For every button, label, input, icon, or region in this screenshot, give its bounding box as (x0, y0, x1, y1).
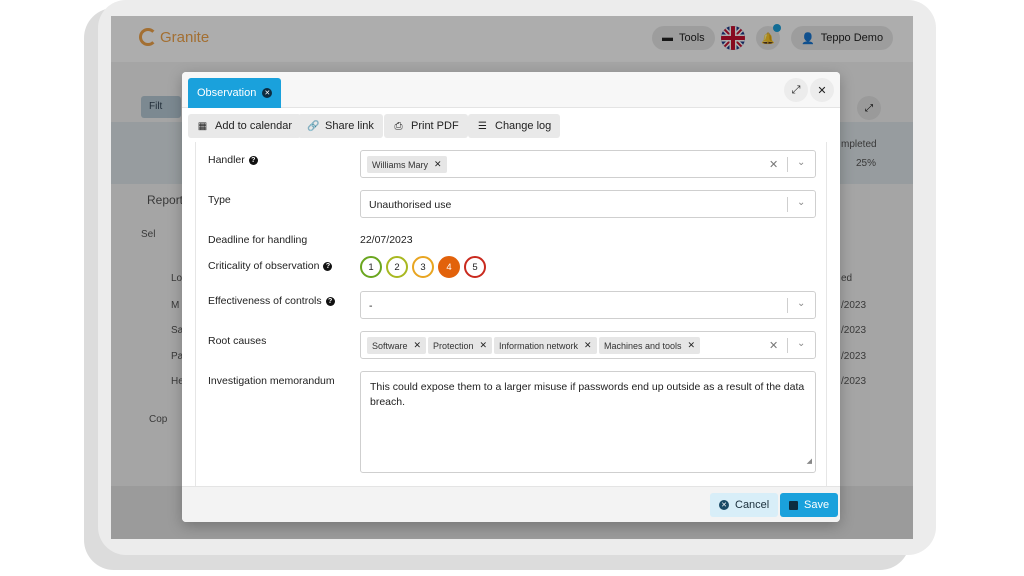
save-icon (789, 500, 798, 510)
close-modal-button[interactable]: ✕ (810, 78, 834, 102)
observation-modal: Observation ✕ ⤢ ✕ ▦ Add to calendar 🔗 Sh… (182, 72, 840, 522)
remove-chip-icon[interactable]: ✕ (584, 340, 592, 351)
save-button[interactable]: Save (780, 493, 839, 517)
criticality-label-text: Criticality of observation (208, 260, 320, 272)
remove-chip-icon[interactable]: ✕ (414, 340, 422, 351)
root-causes-label: Root causes (208, 335, 266, 347)
print-pdf-label: Print PDF (411, 120, 459, 132)
share-link-label: Share link (325, 120, 374, 132)
handler-chip: Williams Mary ✕ (367, 156, 447, 173)
remove-chip-icon[interactable]: ✕ (480, 340, 488, 351)
root-causes-label-text: Root causes (208, 335, 267, 347)
handler-label-text: Handler (208, 154, 245, 166)
criticality-option-5[interactable]: 5 (464, 256, 486, 278)
share-link-button[interactable]: 🔗 Share link (298, 114, 383, 138)
memo-text: This could expose them to a larger misus… (370, 381, 805, 408)
root-causes-select[interactable]: Software ✕ Protection ✕ Information netw… (360, 331, 816, 359)
type-value: Unauthorised use (369, 199, 452, 211)
maximize-icon: ⤢ (791, 83, 801, 96)
add-to-calendar-button[interactable]: ▦ Add to calendar (188, 114, 302, 138)
separator (787, 197, 788, 212)
deadline-label: Deadline for handling (208, 234, 307, 246)
change-log-label: Change log (495, 120, 552, 132)
memo-label-text: Investigation memorandum (208, 375, 335, 387)
tab-observation[interactable]: Observation ✕ (188, 78, 282, 108)
root-cause-chip: Protection ✕ (428, 337, 493, 354)
separator (787, 157, 788, 172)
root-cause-chip-label: Protection (433, 340, 474, 351)
separator (787, 338, 788, 353)
calendar-icon: ▦ (197, 120, 208, 132)
criticality-label: Criticality of observation ? (208, 260, 333, 272)
deadline-value: 22/07/2023 (360, 234, 413, 246)
modal-toolbar: ▦ Add to calendar 🔗 Share link ⎙ Print P… (182, 108, 840, 140)
remove-chip-icon[interactable]: ✕ (434, 159, 442, 170)
modal-tab-bar: Observation ✕ ⤢ ✕ (182, 72, 840, 108)
observation-form: Handler ? Williams Mary ✕ ✕ ⌄ Type Unaut… (195, 142, 827, 486)
handler-label: Handler ? (208, 154, 258, 166)
criticality-option-1[interactable]: 1 (360, 256, 382, 278)
remove-chip-icon[interactable]: ✕ (688, 340, 696, 351)
clear-icon[interactable]: ✕ (769, 339, 778, 352)
type-select[interactable]: Unauthorised use ⌄ (360, 190, 816, 218)
root-cause-chip-label: Machines and tools (604, 340, 682, 351)
chevron-down-icon[interactable]: ⌄ (797, 197, 805, 208)
effectiveness-select[interactable]: - ⌄ (360, 291, 816, 319)
effectiveness-value: - (369, 300, 373, 312)
help-icon[interactable]: ? (323, 261, 333, 271)
modal-footer: ✕ Cancel Save (182, 486, 840, 522)
close-tab-icon[interactable]: ✕ (262, 88, 273, 98)
deadline-label-text: Deadline for handling (208, 234, 308, 246)
criticality-option-2[interactable]: 2 (386, 256, 408, 278)
separator (787, 298, 788, 313)
cancel-label: Cancel (735, 499, 770, 511)
root-cause-chip: Machines and tools ✕ (599, 337, 701, 354)
resize-handle-icon[interactable]: ◢ (807, 454, 812, 469)
type-label: Type (208, 194, 231, 206)
help-icon[interactable]: ? (248, 155, 258, 165)
criticality-option-3[interactable]: 3 (412, 256, 434, 278)
type-label-text: Type (208, 194, 231, 206)
criticality-selector: 1 2 3 4 5 (360, 256, 500, 278)
tab-label: Observation (197, 87, 257, 99)
root-cause-chip-label: Software (372, 340, 408, 351)
chevron-down-icon[interactable]: ⌄ (797, 157, 805, 168)
print-pdf-button[interactable]: ⎙ Print PDF (384, 114, 468, 138)
cancel-button[interactable]: ✕ Cancel (710, 493, 779, 517)
memo-label: Investigation memorandum (208, 375, 335, 387)
handler-select[interactable]: Williams Mary ✕ ✕ ⌄ (360, 150, 816, 178)
root-cause-chip-label: Information network (499, 340, 579, 351)
add-to-calendar-label: Add to calendar (215, 120, 293, 132)
chevron-down-icon[interactable]: ⌄ (797, 298, 805, 309)
investigation-memo-textarea[interactable]: This could expose them to a larger misus… (360, 371, 816, 473)
root-cause-chip: Software ✕ (367, 337, 427, 354)
link-icon: 🔗 (307, 120, 320, 132)
handler-chip-label: Williams Mary (372, 159, 428, 170)
clear-icon[interactable]: ✕ (769, 158, 778, 171)
cancel-icon: ✕ (719, 500, 729, 510)
close-icon: ✕ (817, 84, 827, 97)
effectiveness-label-text: Effectiveness of controls (208, 295, 322, 307)
save-label: Save (804, 499, 830, 511)
printer-icon: ⎙ (394, 120, 403, 132)
help-icon[interactable]: ? (325, 296, 335, 306)
chevron-down-icon[interactable]: ⌄ (797, 338, 805, 349)
effectiveness-label: Effectiveness of controls ? (208, 295, 335, 307)
criticality-option-4-selected[interactable]: 4 (438, 256, 460, 278)
maximize-button[interactable]: ⤢ (784, 78, 808, 102)
change-log-button[interactable]: ☰ Change log (468, 114, 561, 138)
root-cause-chip: Information network ✕ (494, 337, 597, 354)
log-icon: ☰ (478, 120, 487, 132)
